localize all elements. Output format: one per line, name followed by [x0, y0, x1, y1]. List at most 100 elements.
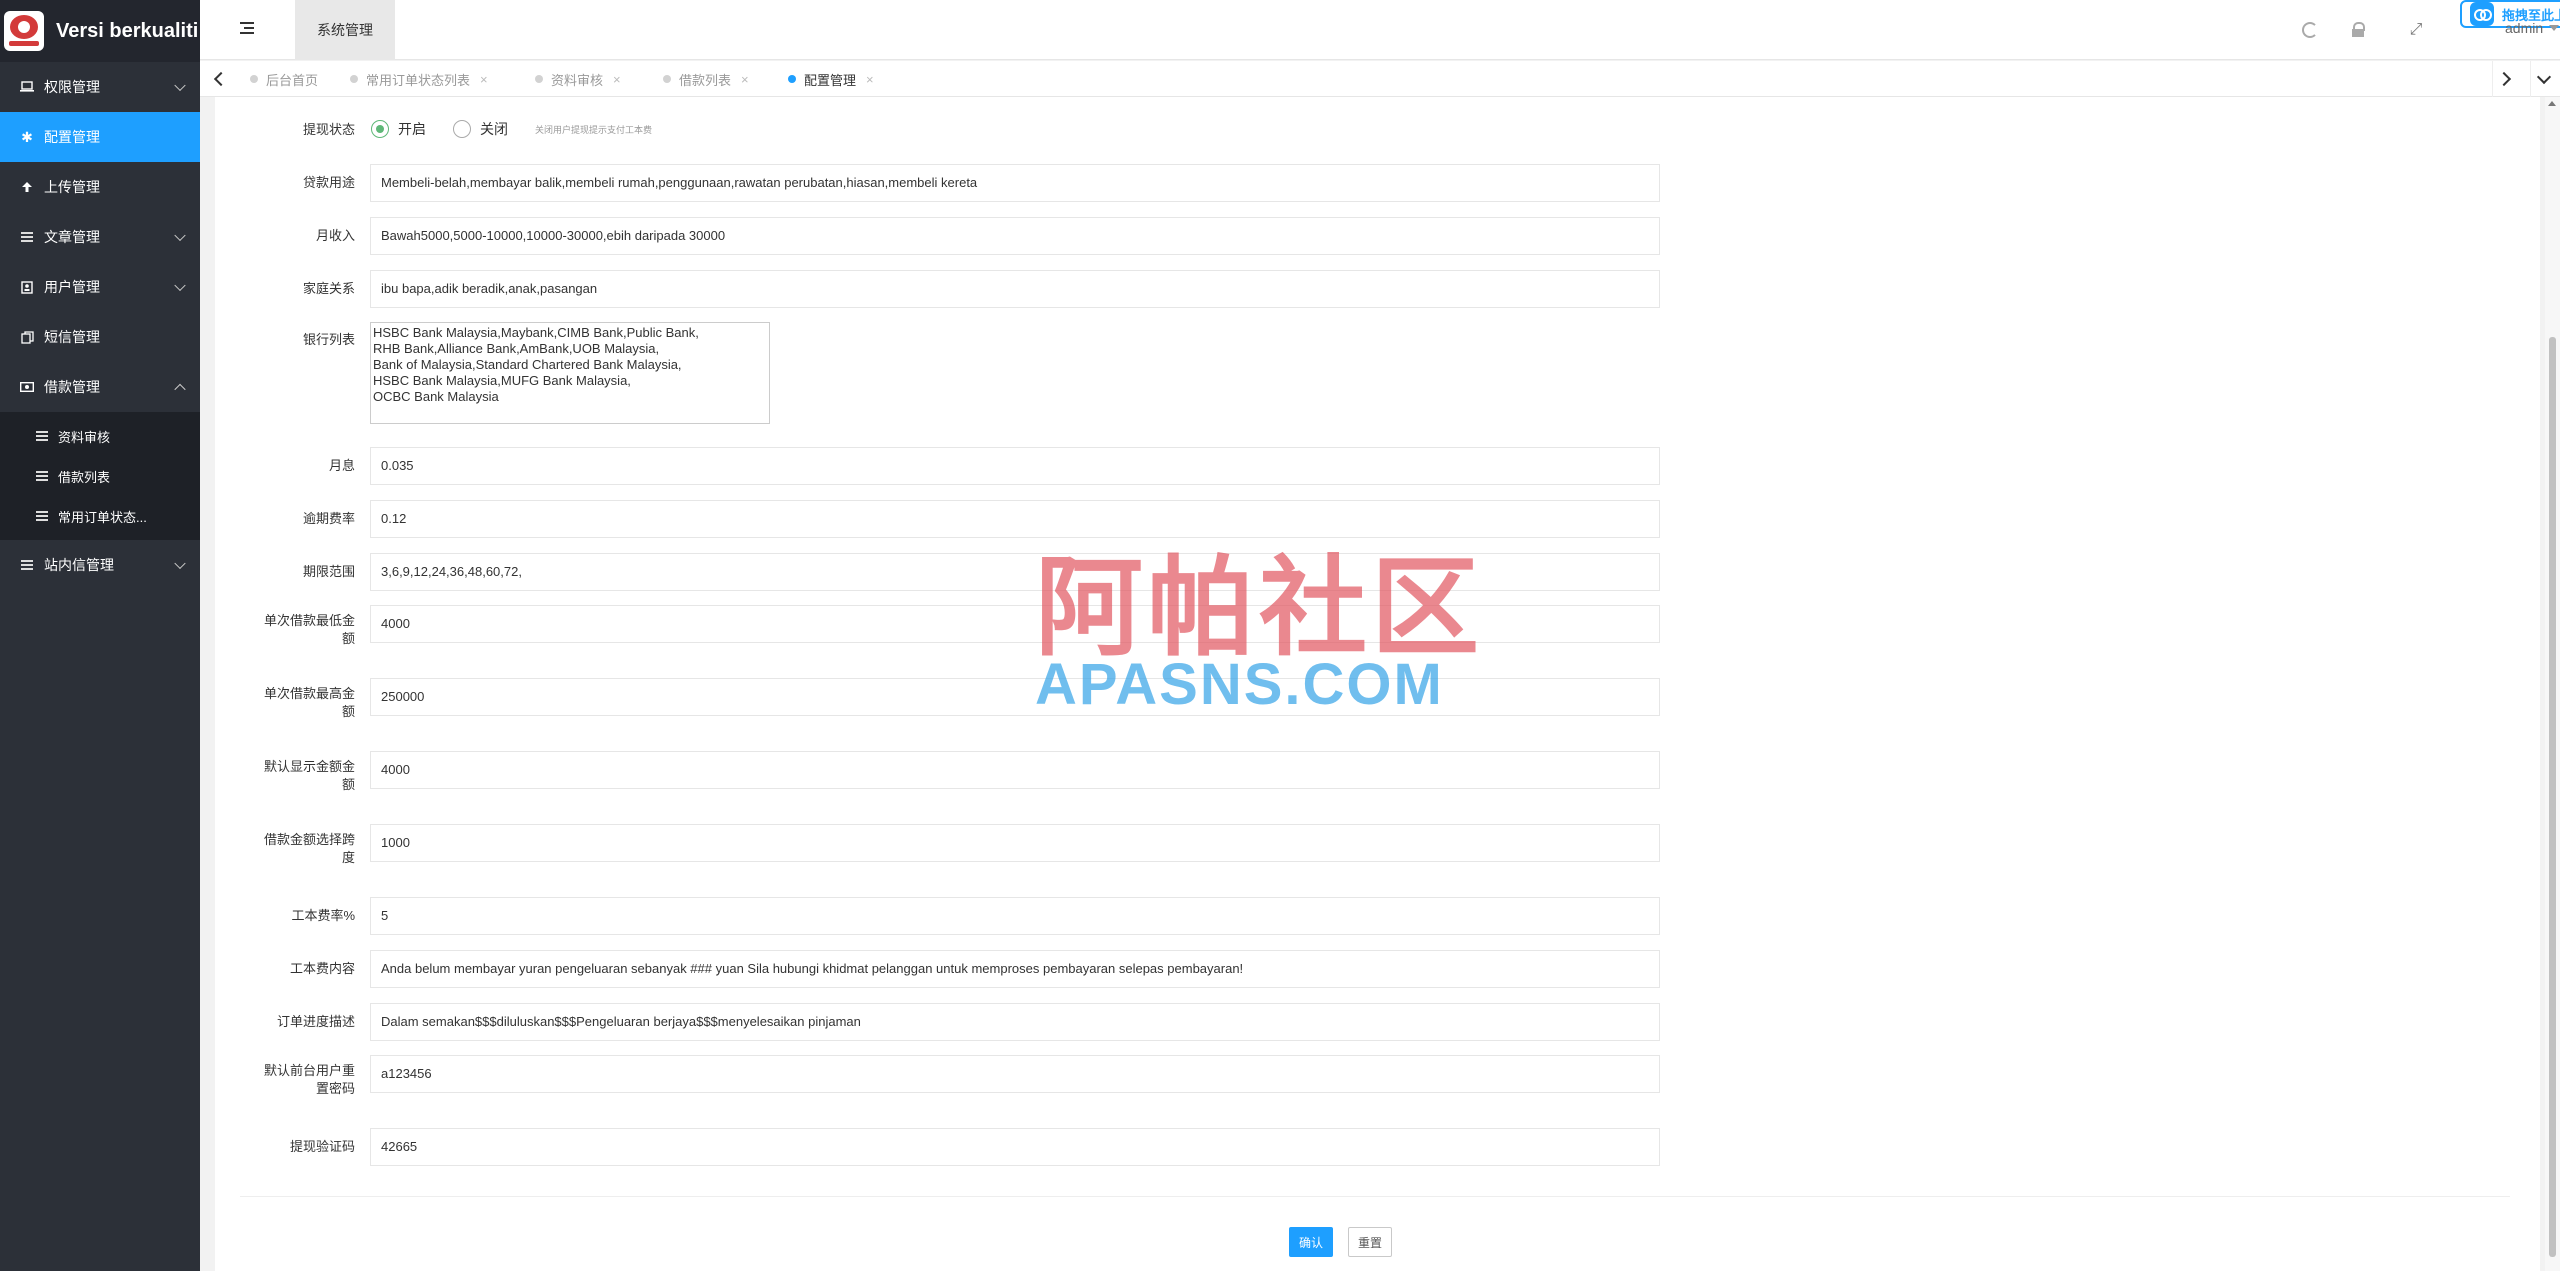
fee-content-input[interactable]: Anda belum membayar yuran pengeluaran se…: [370, 950, 1660, 988]
form-row-fee-rate: 工本费率% 5: [215, 897, 2540, 935]
radio-disable[interactable]: 关闭: [453, 119, 508, 139]
menu-toggle-icon[interactable]: [240, 22, 254, 34]
list-icon: [36, 511, 48, 521]
radio-label: 关闭: [480, 121, 508, 137]
order-progress-input[interactable]: Dalam semakan$$$diluluskan$$$Pengeluaran…: [370, 1003, 1660, 1041]
scrollbar-thumb[interactable]: [2549, 337, 2556, 1257]
form-label: 工本费率%: [291, 908, 355, 923]
form-row-family-relation: 家庭关系 ibu bapa,adik beradik,anak,pasangan: [215, 270, 2540, 308]
tabs-next-button[interactable]: [2492, 61, 2519, 97]
sidebar-item-messages[interactable]: 站内信管理: [0, 540, 200, 590]
tab-label: 资料审核: [551, 72, 604, 88]
sidebar-item-sms[interactable]: 短信管理: [0, 312, 200, 362]
withdraw-code-input[interactable]: 42665: [370, 1128, 1660, 1166]
radio-enable[interactable]: 开启: [371, 119, 426, 139]
tab-label: 后台首页: [266, 72, 319, 88]
max-loan-input[interactable]: 250000: [370, 678, 1660, 716]
tab-dot: [663, 75, 671, 83]
form-row-fee-content: 工本费内容 Anda belum membayar yuran pengelua…: [215, 950, 2540, 988]
form-label-line: 额: [341, 777, 355, 792]
sidebar-item-users[interactable]: 用户管理: [0, 262, 200, 312]
form-row-withdraw-code: 提现验证码 42665: [215, 1128, 2540, 1166]
sidebar-item-label: 权限管理: [44, 79, 100, 95]
chevron-down-icon: [174, 279, 186, 292]
fee-rate-input[interactable]: 5: [370, 897, 1660, 935]
sidebar-item-permissions[interactable]: 权限管理: [0, 62, 200, 112]
radio-label: 开启: [398, 121, 426, 137]
header-tab-system[interactable]: 系统管理: [295, 0, 395, 60]
scrollbar[interactable]: [2545, 97, 2560, 1271]
tab-dot: [250, 75, 258, 83]
chevron-down-icon: [174, 79, 186, 92]
form-row-monthly-income: 月收入 Bawah5000,5000-10000,10000-30000,ebi…: [215, 217, 2540, 255]
fullscreen-icon[interactable]: ⤢: [2408, 22, 2424, 38]
sidebar-subitem-order-status[interactable]: 常用订单状态...: [0, 496, 200, 536]
sidebar-item-loans[interactable]: 借款管理: [0, 362, 200, 412]
sidebar-item-label: 配置管理: [44, 129, 100, 145]
tab-dot: [788, 75, 796, 83]
reset-password-input[interactable]: a123456: [370, 1055, 1660, 1093]
upload-icon: [20, 180, 34, 194]
close-icon[interactable]: ×: [741, 72, 749, 87]
tab-data-review[interactable]: 资料审核 ×: [535, 61, 621, 97]
tab-config[interactable]: 配置管理 ×: [788, 61, 874, 97]
chevron-down-icon: [174, 229, 186, 242]
form-label-line: 单次借款最低金: [263, 613, 355, 628]
page-tabs-bar: 后台首页 常用订单状态列表 × 资料审核 × 借款列表 × 配置管理 ×: [200, 61, 2560, 97]
form-label-line: 借款金额选择跨: [263, 832, 355, 847]
amount-step-input[interactable]: 1000: [370, 824, 1660, 862]
radio-hint: 关闭用户提现提示支付工本费: [535, 125, 653, 135]
form-row-default-amount: 默认显示金额金 额 4000: [215, 751, 2540, 792]
form-row-bank-list: 银行列表 HSBC Bank Malaysia,Maybank,CIMB Ban…: [215, 322, 2540, 424]
textarea-line: OCBC Bank Malaysia: [373, 389, 499, 404]
sidebar-item-config[interactable]: ✱ 配置管理: [0, 112, 200, 162]
caret-down-icon: [2549, 25, 2560, 31]
monthly-income-input[interactable]: Bawah5000,5000-10000,10000-30000,ebih da…: [370, 217, 1660, 255]
sidebar-subitem-label: 资料审核: [58, 429, 111, 445]
list-icon: [20, 558, 34, 572]
form-label-line: 默认显示金额金: [263, 759, 355, 774]
reset-button[interactable]: 重置: [1348, 1227, 1392, 1257]
bank-list-textarea[interactable]: HSBC Bank Malaysia,Maybank,CIMB Bank,Pub…: [370, 322, 770, 424]
tabs-prev-button[interactable]: [206, 61, 232, 97]
scroll-up-icon[interactable]: [2548, 101, 2556, 106]
list-icon: [36, 471, 48, 481]
tab-label: 借款列表: [679, 72, 732, 88]
tab-order-status-list[interactable]: 常用订单状态列表 ×: [350, 61, 488, 97]
tab-home[interactable]: 后台首页: [250, 61, 318, 97]
close-icon[interactable]: ×: [480, 72, 488, 87]
sidebar-subitem-loan-list[interactable]: 借款列表: [0, 456, 200, 496]
confirm-button[interactable]: 确认: [1289, 1227, 1333, 1257]
monthly-interest-input[interactable]: 0.035: [370, 447, 1660, 485]
sidebar-subitem-review[interactable]: 资料审核: [0, 416, 200, 456]
overdue-rate-input[interactable]: 0.12: [370, 500, 1660, 538]
chevron-down-icon: [174, 557, 186, 570]
textarea-line: HSBC Bank Malaysia,Maybank,CIMB Bank,Pub…: [373, 325, 699, 340]
tab-loan-list[interactable]: 借款列表 ×: [663, 61, 749, 97]
close-icon[interactable]: ×: [866, 72, 874, 87]
loan-purpose-input[interactable]: Membeli-belah,membayar balik,membeli rum…: [370, 164, 1660, 202]
sidebar-item-articles[interactable]: 文章管理: [0, 212, 200, 262]
chevron-left-icon: [213, 71, 229, 87]
form-row-amount-step: 借款金额选择跨 度 1000: [215, 824, 2540, 865]
form-label: 单次借款最高金 额: [215, 685, 355, 721]
form-label: 期限范围: [302, 564, 355, 579]
lock-icon[interactable]: [2350, 22, 2366, 38]
refresh-icon[interactable]: [2302, 22, 2318, 38]
family-relation-input[interactable]: ibu bapa,adik beradik,anak,pasangan: [370, 270, 1660, 308]
sidebar-item-label: 文章管理: [44, 229, 100, 245]
term-range-input[interactable]: 3,6,9,12,24,36,48,60,72,: [370, 553, 1660, 591]
form-row-withdraw-status: 提现状态 开启 关闭 关闭用户提现提示支付工本费: [215, 119, 2540, 141]
close-icon[interactable]: ×: [613, 72, 621, 87]
min-loan-input[interactable]: 4000: [370, 605, 1660, 643]
user-menu[interactable]: admin: [2505, 20, 2560, 36]
form-label-line: 置密码: [315, 1081, 355, 1096]
brand-title: Versi berkualiti: [56, 19, 199, 42]
tab-dot: [535, 75, 543, 83]
brand-header: Versi berkualiti: [0, 0, 200, 62]
default-amount-input[interactable]: 4000: [370, 751, 1660, 789]
gear-icon: ✱: [21, 128, 33, 145]
sidebar-item-label: 站内信管理: [44, 557, 114, 573]
sidebar-item-upload[interactable]: 上传管理: [0, 162, 200, 212]
tabs-menu-button[interactable]: [2530, 61, 2557, 97]
